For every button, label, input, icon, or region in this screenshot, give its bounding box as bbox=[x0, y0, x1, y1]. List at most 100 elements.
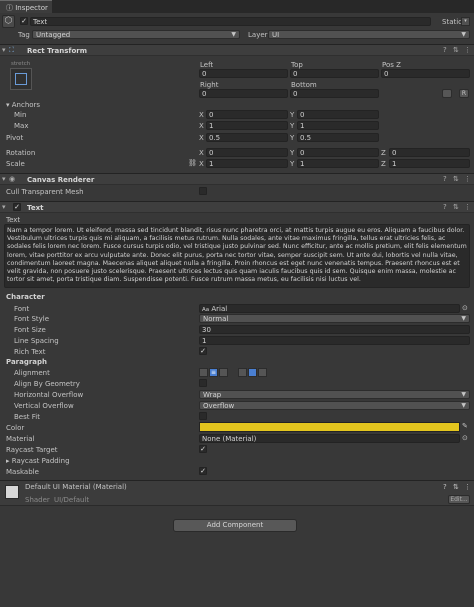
material-preview-icon bbox=[5, 485, 19, 499]
right-field[interactable]: 0 bbox=[199, 89, 288, 98]
object-name-field[interactable]: Text bbox=[30, 17, 431, 26]
canvas-renderer-header[interactable]: ▾ ◉ Canvas Renderer ? ⇅ ⋮ bbox=[0, 173, 474, 185]
rot-z-field[interactable]: 0 bbox=[389, 148, 470, 157]
presets-icon[interactable]: ⇅ bbox=[453, 46, 459, 54]
raw-edit-button[interactable]: R bbox=[459, 89, 469, 98]
scale-label: Scale bbox=[6, 160, 25, 168]
font-style-dropdown[interactable]: Normal ▼ bbox=[199, 314, 470, 323]
gameobject-icon: ⬡ bbox=[2, 15, 15, 28]
cull-transparent-mesh-checkbox[interactable] bbox=[199, 187, 207, 195]
foldout-anchors[interactable]: ▾ Anchors bbox=[6, 101, 40, 109]
max-y-field[interactable]: 1 bbox=[297, 121, 379, 130]
scale-z-field[interactable]: 1 bbox=[389, 159, 470, 168]
object-picker-icon[interactable]: ⊙ bbox=[462, 434, 468, 442]
color-swatch[interactable] bbox=[199, 422, 460, 432]
paragraph-section-label: Paragraph bbox=[6, 358, 48, 366]
material-label: Material bbox=[6, 435, 35, 443]
text-input-area[interactable]: Nam a tempor lorem. Ut eleifend, massa s… bbox=[4, 224, 470, 288]
font-value: Arial bbox=[211, 305, 228, 313]
top-field[interactable]: 0 bbox=[290, 69, 379, 78]
more-icon[interactable]: ⋮ bbox=[464, 483, 471, 491]
foldout-arrow-icon: ▾ bbox=[6, 101, 10, 109]
align-top-button[interactable] bbox=[238, 368, 247, 377]
left-field[interactable]: 0 bbox=[199, 69, 288, 78]
posz-field[interactable]: 0 bbox=[381, 69, 470, 78]
rot-x-field[interactable]: 0 bbox=[206, 148, 288, 157]
blueprint-mode-button[interactable] bbox=[442, 89, 452, 98]
max-x-field[interactable]: 1 bbox=[206, 121, 288, 130]
scale-z-axis: Z bbox=[381, 160, 386, 168]
best-fit-checkbox[interactable] bbox=[199, 412, 207, 420]
min-y-field[interactable]: 0 bbox=[297, 110, 379, 119]
align-right-button[interactable] bbox=[219, 368, 228, 377]
raycast-padding-label: Raycast Padding bbox=[11, 457, 70, 465]
rot-y-field[interactable]: 0 bbox=[297, 148, 379, 157]
help-icon[interactable]: ? bbox=[443, 46, 447, 54]
line-spacing-label: Line Spacing bbox=[14, 337, 59, 345]
horizontal-overflow-dropdown[interactable]: Wrap ▼ bbox=[199, 390, 470, 399]
pivot-x-field[interactable]: 0.5 bbox=[206, 133, 288, 142]
bottom-label: Bottom bbox=[291, 81, 317, 89]
chevron-down-icon: ▼ bbox=[231, 31, 236, 38]
layer-dropdown[interactable]: UI ▼ bbox=[268, 30, 470, 39]
align-by-geometry-checkbox[interactable] bbox=[199, 379, 207, 387]
more-icon[interactable]: ⋮ bbox=[464, 175, 471, 183]
line-spacing-field[interactable]: 1 bbox=[199, 336, 470, 345]
bottom-field[interactable]: 0 bbox=[290, 89, 379, 98]
tag-label: Tag bbox=[18, 31, 30, 39]
tag-dropdown[interactable]: Untagged ▼ bbox=[32, 30, 240, 39]
rich-text-label: Rich Text bbox=[14, 348, 46, 356]
pivot-x-axis: X bbox=[199, 134, 204, 142]
presets-icon[interactable]: ⇅ bbox=[453, 483, 459, 491]
scale-x-axis: X bbox=[199, 160, 204, 168]
text-component-header[interactable]: ▾ ✓ Text ? ⇅ ⋮ bbox=[0, 201, 474, 213]
vertical-overflow-label: Vertical Overflow bbox=[14, 402, 74, 410]
font-field[interactable]: Aa Arial bbox=[199, 304, 460, 313]
cull-transparent-mesh-label: Cull Transparent Mesh bbox=[6, 188, 84, 196]
rot-z-axis: Z bbox=[381, 149, 386, 157]
shader-value[interactable]: UI/Default bbox=[54, 496, 89, 504]
max-y-axis: Y bbox=[290, 122, 295, 130]
align-middle-button[interactable] bbox=[248, 368, 257, 377]
vertical-overflow-dropdown[interactable]: Overflow ▼ bbox=[199, 401, 470, 410]
chevron-down-icon: ▼ bbox=[461, 315, 466, 322]
help-icon[interactable]: ? bbox=[443, 483, 447, 491]
foldout-arrow-icon: ▾ bbox=[2, 203, 6, 211]
presets-icon[interactable]: ⇅ bbox=[453, 175, 459, 183]
anchor-presets-button[interactable] bbox=[10, 68, 32, 90]
rich-text-checkbox[interactable]: ✓ bbox=[199, 347, 207, 355]
help-icon[interactable]: ? bbox=[443, 203, 447, 211]
help-icon[interactable]: ? bbox=[443, 175, 447, 183]
link-icon[interactable]: ⛓ bbox=[188, 159, 197, 167]
foldout-raycast-padding[interactable]: ▸ Raycast Padding bbox=[6, 457, 70, 465]
maskable-checkbox[interactable]: ✓ bbox=[199, 467, 207, 475]
scale-x-field[interactable]: 1 bbox=[206, 159, 288, 168]
scale-y-field[interactable]: 1 bbox=[297, 159, 379, 168]
align-bottom-button[interactable] bbox=[258, 368, 267, 377]
more-icon[interactable]: ⋮ bbox=[464, 46, 471, 54]
eyedropper-icon[interactable]: ✎ bbox=[462, 422, 468, 430]
min-x-field[interactable]: 0 bbox=[206, 110, 288, 119]
add-component-button[interactable]: Add Component bbox=[173, 519, 297, 532]
align-left-button[interactable] bbox=[199, 368, 208, 377]
font-style-value: Normal bbox=[203, 315, 229, 323]
object-picker-icon[interactable]: ⊙ bbox=[462, 304, 468, 312]
chevron-down-icon: ▼ bbox=[461, 31, 466, 38]
static-dropdown-icon[interactable]: ▾ bbox=[461, 17, 470, 26]
presets-icon[interactable]: ⇅ bbox=[453, 203, 459, 211]
more-icon[interactable]: ⋮ bbox=[464, 203, 471, 211]
text-enabled-checkbox[interactable]: ✓ bbox=[13, 203, 21, 211]
rect-transform-header[interactable]: ▾ ⛶ Rect Transform ? ⇅ ⋮ bbox=[0, 44, 474, 56]
tab-inspector[interactable]: ⓘ Inspector bbox=[0, 0, 52, 13]
align-center-button[interactable]: ≡ bbox=[209, 368, 218, 377]
raycast-target-label: Raycast Target bbox=[6, 446, 58, 454]
font-size-field[interactable]: 30 bbox=[199, 325, 470, 334]
pivot-y-field[interactable]: 0.5 bbox=[297, 133, 379, 142]
layer-label: Layer bbox=[248, 31, 268, 39]
raycast-target-checkbox[interactable]: ✓ bbox=[199, 445, 207, 453]
max-label: Max bbox=[14, 122, 29, 130]
scale-y-axis: Y bbox=[290, 160, 295, 168]
edit-shader-button[interactable]: Edit... bbox=[448, 495, 470, 504]
active-checkbox[interactable]: ✓ bbox=[20, 17, 28, 25]
material-field[interactable]: None (Material) bbox=[199, 434, 460, 443]
